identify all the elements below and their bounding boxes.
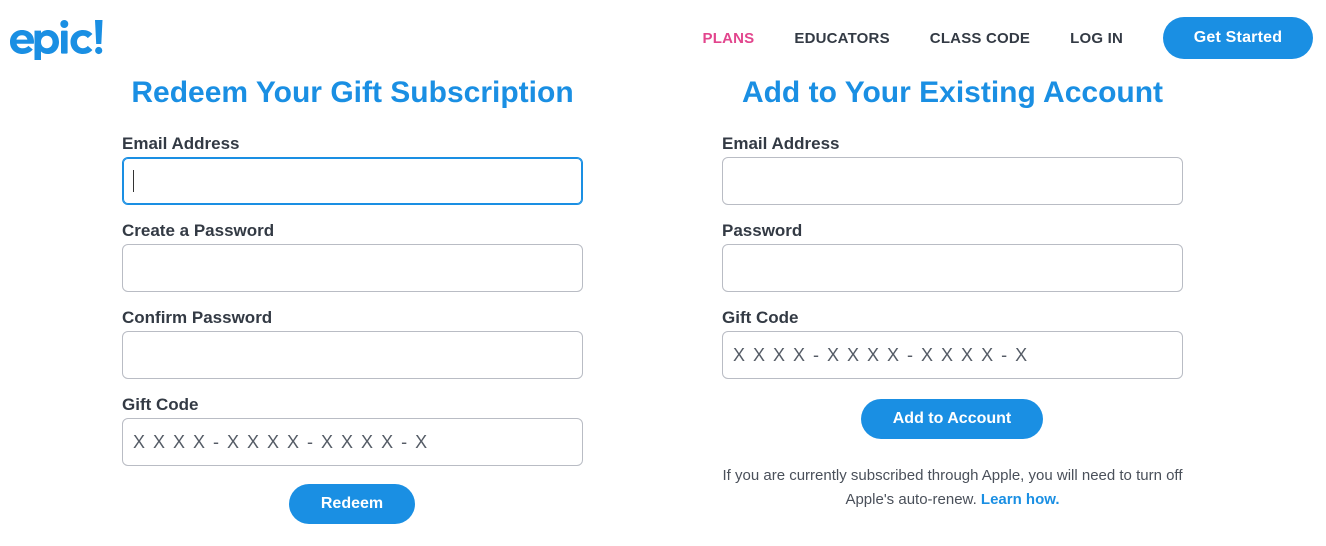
apple-subscription-note: If you are currently subscribed through … <box>722 464 1183 512</box>
existing-email-group: Email Address <box>722 133 1183 205</box>
existing-gift-group: Gift Code X X X X - X X X X - X X X X - … <box>722 307 1183 379</box>
redeem-gift-label: Gift Code <box>122 395 199 414</box>
existing-password-input[interactable] <box>722 244 1183 292</box>
existing-email-label: Email Address <box>722 134 840 153</box>
redeem-email-group: Email Address <box>122 133 583 205</box>
nav-class-code[interactable]: CLASS CODE <box>930 30 1030 47</box>
text-cursor <box>133 170 134 192</box>
nav-plans[interactable]: PLANS <box>703 30 755 47</box>
redeem-password-group: Create a Password <box>122 220 583 292</box>
existing-account-form: Add to Your Existing Account Email Addre… <box>722 72 1183 379</box>
redeem-title: Redeem Your Gift Subscription <box>131 76 574 109</box>
existing-password-label: Password <box>722 221 803 240</box>
gift-code-placeholder: X X X X - X X X X - X X X X - X <box>133 431 429 452</box>
apple-note-text: If you are currently subscribed through … <box>722 467 1183 508</box>
redeem-confirm-label: Confirm Password <box>122 308 273 327</box>
redeem-password-label: Create a Password <box>122 221 275 240</box>
gift-code-placeholder: X X X X - X X X X - X X X X - X <box>733 344 1029 365</box>
add-to-account-button[interactable]: Add to Account <box>861 399 1043 439</box>
get-started-button[interactable]: Get Started <box>1163 17 1313 59</box>
existing-gift-label: Gift Code <box>722 308 799 327</box>
nav-educators[interactable]: EDUCATORS <box>794 30 889 47</box>
redeem-gift-form: Redeem Your Gift Subscription Email Addr… <box>122 72 583 466</box>
existing-email-input[interactable] <box>722 157 1183 205</box>
redeem-confirm-input[interactable] <box>122 331 583 379</box>
learn-how-link[interactable]: Learn how. <box>981 491 1060 508</box>
existing-password-group: Password <box>722 220 1183 292</box>
top-nav: PLANS EDUCATORS CLASS CODE LOG IN Get St… <box>703 17 1313 59</box>
redeem-email-label: Email Address <box>122 134 240 153</box>
nav-log-in[interactable]: LOG IN <box>1070 30 1123 47</box>
redeem-gift-code-input[interactable]: X X X X - X X X X - X X X X - X <box>122 418 583 466</box>
redeem-password-input[interactable] <box>122 244 583 292</box>
epic-logo[interactable] <box>8 16 104 60</box>
redeem-email-input[interactable] <box>122 157 583 205</box>
redeem-gift-group: Gift Code X X X X - X X X X - X X X X - … <box>122 394 583 466</box>
redeem-confirm-group: Confirm Password <box>122 307 583 379</box>
redeem-button[interactable]: Redeem <box>289 484 415 524</box>
existing-title: Add to Your Existing Account <box>741 76 1164 109</box>
existing-gift-code-input[interactable]: X X X X - X X X X - X X X X - X <box>722 331 1183 379</box>
